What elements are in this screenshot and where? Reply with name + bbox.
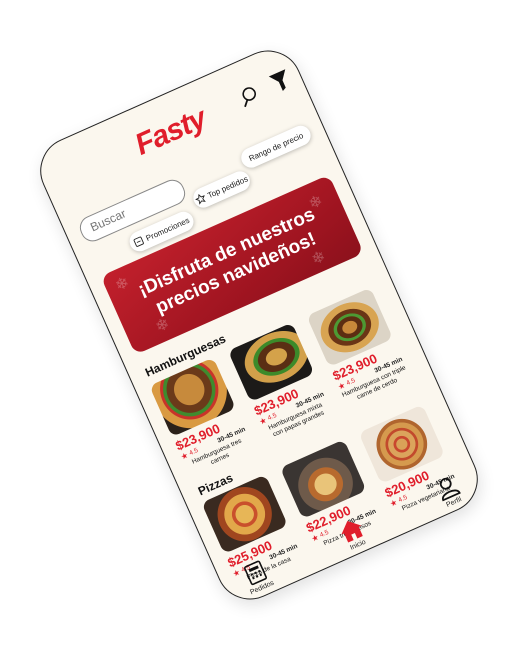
app-logo: Fasty	[130, 101, 211, 162]
mockup-stage: Fasty Rango de precio Top pedidos Promoc	[0, 0, 518, 651]
filter-chip-top[interactable]: Top pedidos	[190, 168, 254, 211]
phone-mockup: Fasty Rango de precio Top pedidos Promoc	[29, 39, 489, 611]
filter-chip-label: Rango de precio	[247, 130, 305, 163]
star-outline-icon	[194, 193, 206, 205]
filter-chip-label: Top pedidos	[206, 173, 250, 200]
nav-inicio[interactable]: Inicio	[324, 510, 382, 559]
product-card[interactable]: $23,900 ★ 4.5 30-45 min Hamburguesa con …	[306, 287, 411, 407]
nav-pedidos[interactable]: Pedidos	[228, 553, 286, 602]
nav-perfil[interactable]: Perfil	[420, 467, 478, 516]
app-screen: Fasty Rango de precio Top pedidos Promoc	[29, 39, 489, 611]
filter-icon[interactable]	[267, 67, 294, 95]
filter-chip-price[interactable]: Rango de precio	[238, 122, 314, 171]
search-icon[interactable]	[235, 82, 264, 111]
tag-icon	[133, 236, 145, 247]
